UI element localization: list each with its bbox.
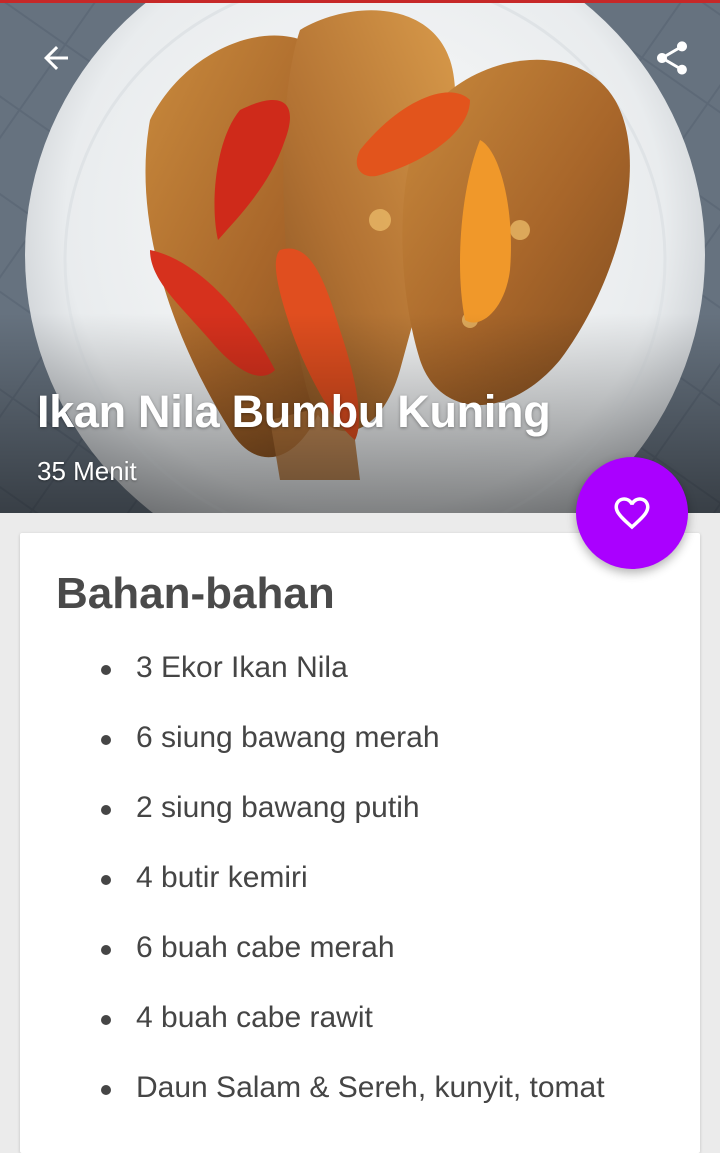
- share-icon: [657, 41, 687, 75]
- heart-outline-icon: [614, 497, 650, 530]
- bullet-icon: [101, 1015, 111, 1025]
- ingredients-card: Bahan-bahan 3 Ekor Ikan Nila 6 siung baw…: [20, 533, 700, 1153]
- recipe-title: Ikan Nila Bumbu Kuning: [37, 386, 551, 437]
- recipe-hero: Ikan Nila Bumbu Kuning 35 Menit: [0, 0, 720, 513]
- ingredient-text: 2 siung bawang putih: [136, 791, 420, 824]
- top-accent-bar: [0, 0, 720, 3]
- arrow-back-icon: [44, 46, 68, 70]
- favorite-button[interactable]: [576, 457, 688, 569]
- ingredient-text: Daun Salam & Sereh, kunyit, tomat: [136, 1071, 605, 1104]
- bullet-icon: [101, 665, 111, 675]
- ingredient-text: 3 Ekor Ikan Nila: [136, 651, 348, 684]
- bullet-icon: [101, 875, 111, 885]
- bullet-icon: [101, 735, 111, 745]
- ingredient-text: 4 buah cabe rawit: [136, 1001, 373, 1034]
- share-button[interactable]: [648, 34, 696, 82]
- ingredient-text: 4 butir kemiri: [136, 861, 308, 894]
- ingredient-text: 6 siung bawang merah: [136, 721, 440, 754]
- bullet-icon: [101, 1085, 111, 1095]
- bullet-icon: [101, 945, 111, 955]
- section-title: Bahan-bahan: [56, 569, 335, 618]
- bullet-icon: [101, 805, 111, 815]
- recipe-duration: 35 Menit: [37, 456, 137, 486]
- back-button[interactable]: [32, 34, 80, 82]
- ingredient-text: 6 buah cabe merah: [136, 931, 395, 964]
